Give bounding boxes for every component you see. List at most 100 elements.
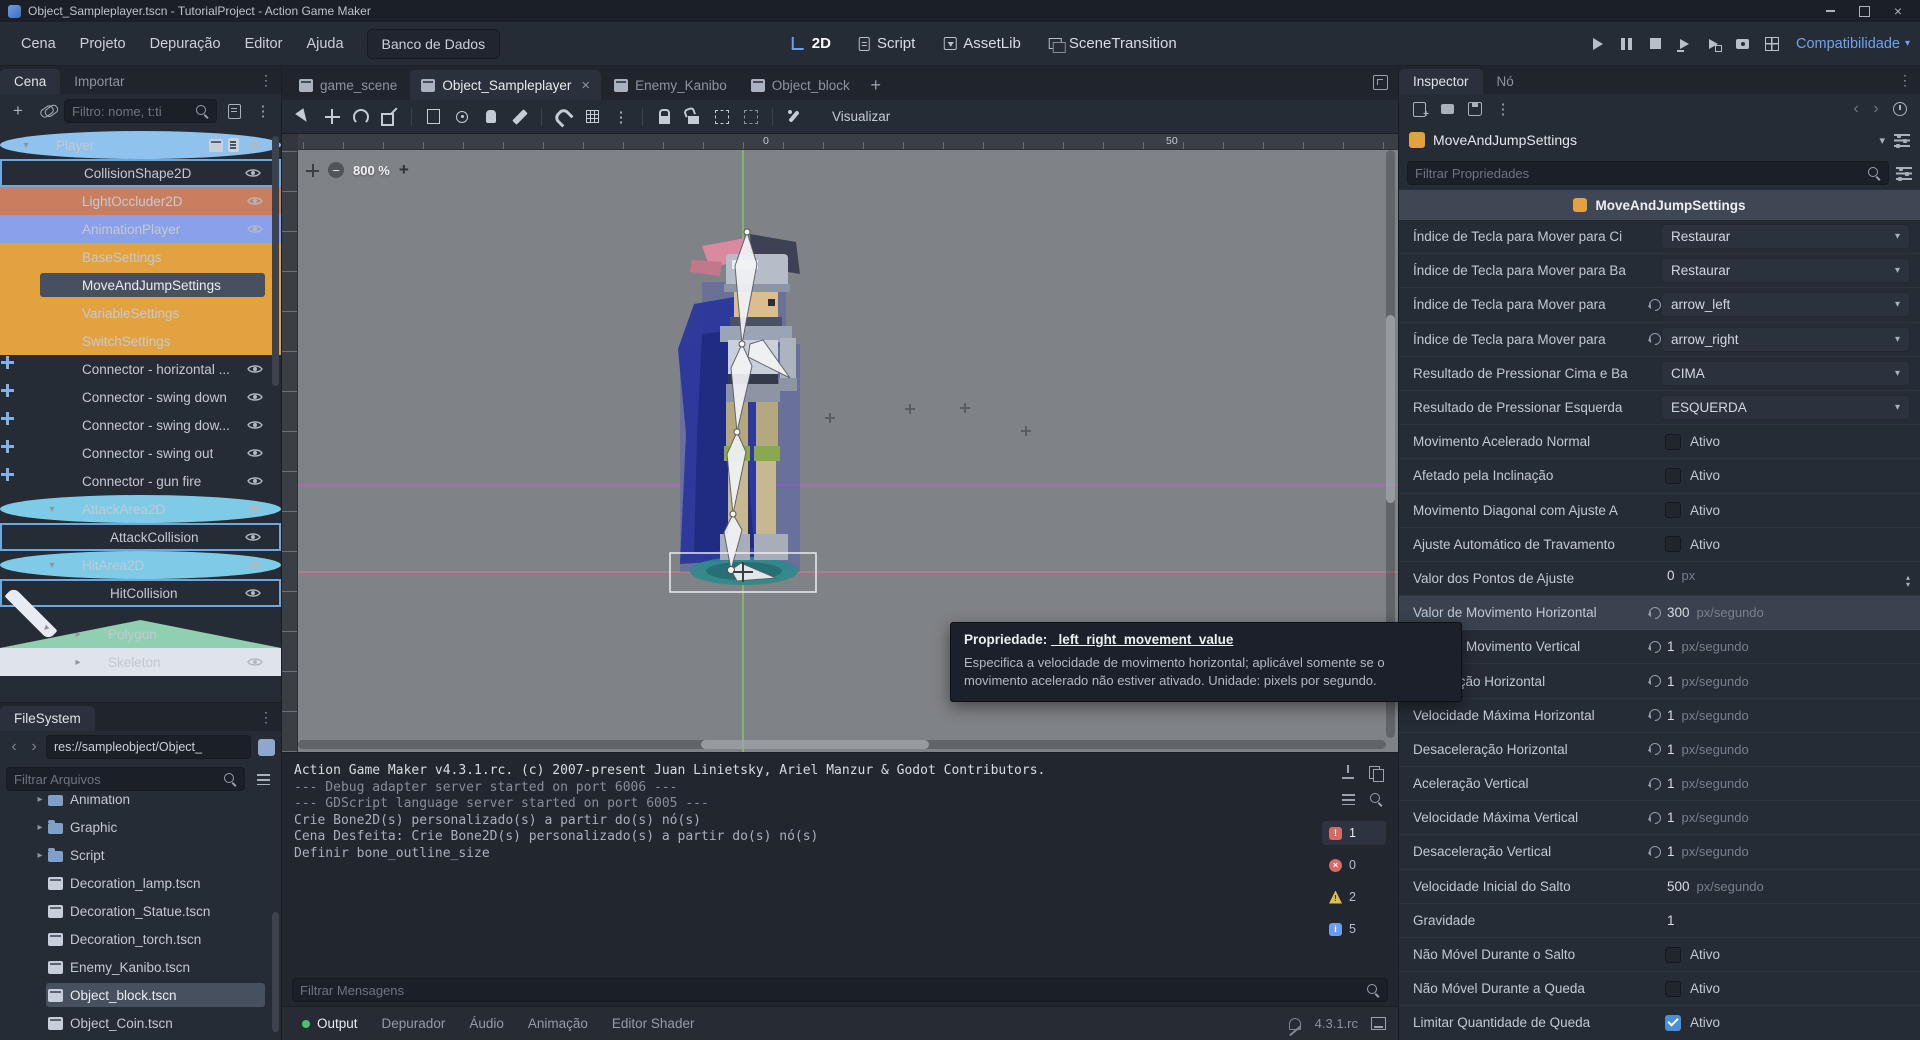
tree-item[interactable]: AttackCollision	[0, 523, 281, 551]
expand-arrow-icon[interactable]	[70, 629, 86, 640]
property-checkbox[interactable]: Ativo	[1661, 536, 1720, 552]
rotate-tool-icon[interactable]	[348, 104, 374, 130]
history-forward-icon[interactable]: ›	[1868, 100, 1884, 118]
file-item[interactable]: Decoration_torch.tscn	[0, 925, 281, 953]
scale-tool-icon[interactable]	[377, 104, 403, 130]
toggle-bottom-panel-icon[interactable]	[1368, 1014, 1388, 1034]
inspector-property-row[interactable]: Índice de Tecla para Mover para Ba Resta…	[1399, 254, 1920, 288]
preview-button[interactable]: Visualizar	[820, 104, 902, 130]
minimize-button[interactable]	[1816, 2, 1844, 20]
visibility-eye-icon[interactable]	[247, 503, 263, 515]
scene-tab[interactable]: game_scene ×	[288, 70, 408, 100]
inspector-property-row[interactable]: Velocidade Máxima Horizontal 1 ▾ 1	[1399, 699, 1920, 733]
inspector-property-row[interactable]: Valor dos Pontos de Ajuste 0 ▾ 0	[1399, 562, 1920, 596]
scene-tab[interactable]: Enemy_Kanibo ×	[603, 70, 738, 100]
close-button[interactable]: ×	[1884, 2, 1912, 20]
expand-arrow-icon[interactable]	[18, 140, 34, 151]
inspector-property-row[interactable]: Limitar Quantidade de Queda Ativo ▾ Ativ…	[1399, 1006, 1920, 1040]
select-tool-icon[interactable]	[290, 104, 316, 130]
property-number-field[interactable]: 1 px/segundo ▴▾	[1661, 810, 1910, 825]
search-log-icon[interactable]	[1370, 793, 1383, 806]
spinner-icon[interactable]: ▴▾	[1906, 574, 1910, 588]
menu-item[interactable]: Depuração	[139, 31, 232, 57]
expand-arrow-icon[interactable]	[32, 850, 48, 861]
renderer-select[interactable]: Compatibilidade ▾	[1796, 36, 1910, 52]
info-count[interactable]: 5	[1322, 917, 1386, 941]
play-scene-button[interactable]	[1676, 35, 1694, 53]
bottom-panel-tab[interactable]: Editor Shader	[602, 1011, 705, 1036]
history-icon[interactable]	[1888, 97, 1912, 121]
skeleton-options-icon[interactable]	[781, 104, 807, 130]
load-resource-icon[interactable]	[1435, 97, 1459, 121]
scene-filter-input[interactable]	[72, 104, 190, 119]
error-count[interactable]: 1	[1322, 821, 1386, 845]
tree-item[interactable]: MoveAndJumpSettings	[0, 271, 281, 299]
property-checkbox[interactable]: Ativo	[1661, 468, 1720, 484]
menu-item[interactable]: Cena	[10, 31, 67, 57]
expand-arrow-icon[interactable]	[44, 560, 60, 571]
property-dropdown[interactable]: CIMA ▾	[1661, 361, 1910, 386]
file-filter-input[interactable]	[14, 772, 218, 787]
file-item[interactable]: Script	[0, 841, 281, 869]
split-mode-icon[interactable]	[258, 739, 275, 756]
property-dropdown[interactable]: arrow_left ▾	[1661, 292, 1910, 317]
property-dropdown[interactable]: ESQUERDA ▾	[1661, 395, 1910, 420]
inspector-property-row[interactable]: Não Móvel Durante o Salto Ativo ▾ Ativo	[1399, 938, 1920, 972]
snap-options-icon[interactable]	[608, 104, 634, 130]
tree-item[interactable]: Connector - swing out	[0, 439, 281, 467]
property-dropdown[interactable]: arrow_right ▾	[1661, 327, 1910, 352]
current-path-input[interactable]	[54, 740, 243, 754]
property-filter-input[interactable]	[1415, 166, 1862, 181]
visibility-eye-icon[interactable]	[247, 475, 263, 487]
expand-arrow-icon[interactable]	[32, 822, 48, 833]
revert-icon[interactable]	[1647, 844, 1661, 859]
file-item[interactable]: Object_Coin.tscn	[0, 1009, 281, 1037]
scrollbar-thumb[interactable]	[1386, 315, 1395, 503]
property-checkbox[interactable]: Ativo	[1661, 981, 1720, 997]
inspector-property-row[interactable]: Índice de Tecla para Mover para arrow_le…	[1399, 288, 1920, 322]
inspected-object-row[interactable]: MoveAndJumpSettings ▾	[1399, 124, 1920, 156]
tree-item[interactable]: Player	[0, 131, 281, 159]
resource-options-icon[interactable]	[1491, 97, 1515, 121]
property-tools-icon[interactable]	[1896, 167, 1912, 180]
property-checkbox[interactable]: Ativo	[1661, 502, 1720, 518]
bottom-panel-tab[interactable]: Depurador	[372, 1011, 456, 1036]
menu-item[interactable]: Ajuda	[295, 31, 354, 57]
menu-item[interactable]: Editor	[234, 31, 294, 57]
revert-icon[interactable]	[1647, 810, 1661, 825]
database-menu-button[interactable]: Banco de Dados	[367, 29, 501, 59]
scene-tree-options-icon[interactable]: ⋮	[251, 99, 275, 123]
center-view-icon[interactable]	[306, 164, 319, 177]
filter-script-icon[interactable]	[228, 104, 241, 119]
property-checkbox[interactable]: Ativo	[1661, 1015, 1720, 1031]
visibility-eye-icon[interactable]	[245, 167, 261, 179]
bottom-panel-tab[interactable]: Animação	[518, 1011, 598, 1036]
warning-count[interactable]: 2	[1322, 885, 1386, 909]
zoom-level[interactable]: 800 %	[353, 163, 390, 178]
visibility-eye-icon[interactable]	[247, 139, 263, 151]
scene-badge-icon[interactable]	[209, 139, 223, 152]
collapse-log-icon[interactable]	[1338, 789, 1358, 809]
tree-item[interactable]: AttackArea2D	[0, 495, 281, 523]
inspector-property-row[interactable]: Índice de Tecla para Mover para Ci Resta…	[1399, 220, 1920, 254]
property-number-field[interactable]: 1 px/segundo ▴▾	[1661, 708, 1910, 723]
file-item[interactable]: Animation	[0, 795, 281, 813]
visibility-eye-icon[interactable]	[247, 391, 263, 403]
tab-filesystem[interactable]: FileSystem	[0, 706, 95, 731]
extra-resource-options-icon[interactable]	[1894, 134, 1910, 147]
chevron-down-icon[interactable]: ▾	[1879, 134, 1885, 147]
workspace-tab-script[interactable]: Script	[859, 35, 915, 52]
tree-item[interactable]: LightOccluder2D	[0, 187, 281, 215]
checkbox-icon[interactable]	[1665, 1015, 1681, 1031]
revert-icon[interactable]	[1647, 605, 1661, 620]
list-select-tool-icon[interactable]	[420, 104, 446, 130]
zoom-in-button[interactable]: +	[399, 160, 409, 180]
checkbox-icon[interactable]	[1665, 947, 1681, 963]
expand-viewport-icon[interactable]	[1373, 75, 1388, 90]
property-number-field[interactable]: 1 px/segundo ▴▾	[1661, 674, 1910, 689]
tree-item[interactable]: Skeleton	[0, 648, 281, 676]
property-number-field[interactable]: 1 ▴▾	[1661, 913, 1910, 928]
tree-item[interactable]: HitArea2D	[0, 551, 281, 579]
play-custom-scene-button[interactable]	[1705, 35, 1723, 53]
horizontal-scrollbar[interactable]	[298, 740, 1386, 749]
